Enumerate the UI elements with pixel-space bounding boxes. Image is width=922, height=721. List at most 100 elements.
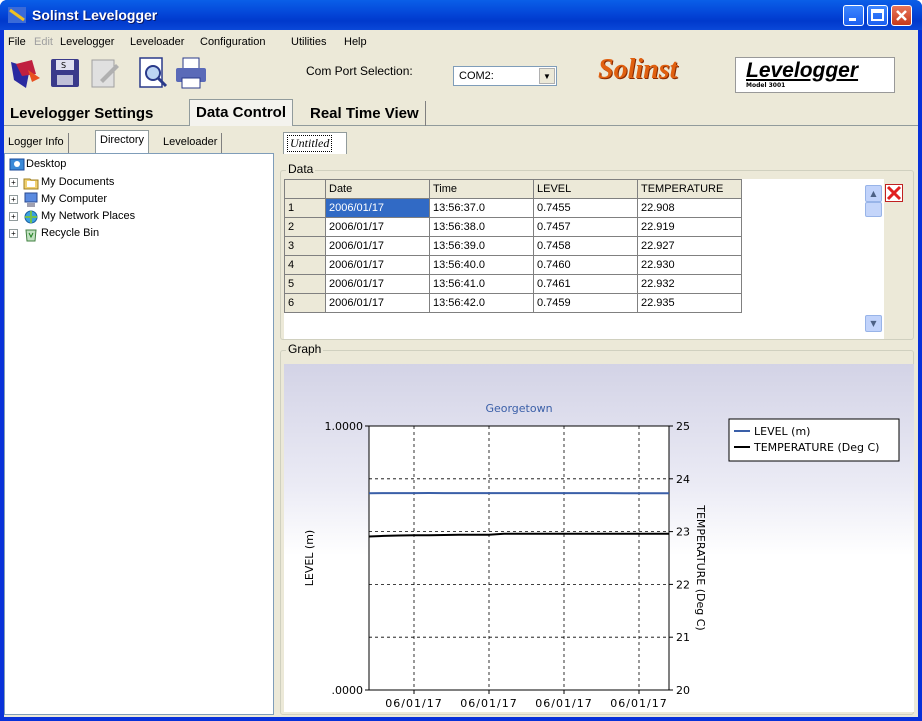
menu-leveloader[interactable]: Leveloader	[130, 36, 184, 48]
table-row[interactable]: 5 2006/01/17 13:56:41.0 0.7461 22.932	[284, 274, 742, 294]
tab-levelogger-settings[interactable]: Levelogger Settings	[4, 101, 159, 126]
menu-edit[interactable]: Edit	[34, 36, 53, 48]
x-tick-label-date: 06/01/17	[385, 697, 442, 710]
expand-icon[interactable]: +	[9, 195, 18, 204]
tab-leveloader[interactable]: Leveloader	[159, 133, 223, 153]
table-row[interactable]: 2 2006/01/17 13:56:38.0 0.7457 22.919	[284, 217, 742, 237]
close-icon	[896, 10, 907, 21]
cell-date[interactable]: 2006/01/17	[325, 255, 430, 275]
tree-item-my-network-places[interactable]: + My Network Places	[9, 209, 209, 225]
window-title: Solinst Levelogger	[32, 7, 158, 23]
menu-bar: File Edit Levelogger Leveloader Configur…	[4, 34, 918, 52]
menu-utilities[interactable]: Utilities	[291, 36, 326, 48]
table-row[interactable]: 1 2006/01/17 13:56:37.0 0.7455 22.908	[284, 198, 742, 218]
recycle-bin-icon	[25, 229, 37, 242]
table-row[interactable]: 6 2006/01/17 13:56:42.0 0.7459 22.935	[284, 293, 742, 313]
title-bar: Solinst Levelogger	[0, 0, 922, 30]
delete-icon[interactable]	[885, 184, 903, 202]
tree-item-desktop[interactable]: Desktop	[9, 157, 159, 173]
save-icon[interactable]: S	[48, 56, 82, 90]
tab-data-control[interactable]: Data Control	[189, 99, 293, 126]
y2-tick-label: 21	[676, 631, 690, 644]
cell-level[interactable]: 0.7461	[533, 274, 638, 294]
column-header-time[interactable]: Time	[429, 179, 534, 199]
tab-logger-info[interactable]: Logger Info	[4, 133, 69, 153]
data-grid-viewport: Date Time LEVEL TEMPERATURE 1 2006/01/17…	[284, 179, 884, 339]
cell-temperature[interactable]: 22.927	[637, 236, 742, 256]
x-tick-label-date: 06/01/17	[460, 697, 517, 710]
solinst-app-icon	[8, 7, 26, 23]
menu-file[interactable]: File	[8, 36, 26, 48]
table-row[interactable]: 4 2006/01/17 13:56:40.0 0.7460 22.930	[284, 255, 742, 275]
tree-item-label: My Computer	[41, 193, 108, 205]
cell-level[interactable]: 0.7460	[533, 255, 638, 275]
print-icon[interactable]	[174, 56, 208, 90]
com-port-select[interactable]: COM2: ▼	[453, 66, 557, 86]
row-number: 3	[284, 236, 326, 256]
tree-item-my-computer[interactable]: + My Computer	[9, 192, 209, 208]
cell-temperature[interactable]: 22.908	[637, 198, 742, 218]
column-header-date[interactable]: Date	[325, 179, 430, 199]
cell-time[interactable]: 13:56:42.0	[429, 293, 534, 313]
column-header-temperature[interactable]: TEMPERATURE	[637, 179, 742, 199]
legend-label: TEMPERATURE (Deg C)	[753, 441, 879, 454]
scroll-down-button[interactable]: ▼	[865, 315, 882, 332]
graph-area: 06/01/1713:56:4006/01/1713:56:4506/01/17…	[284, 364, 914, 721]
tab-untitled[interactable]: Untitled	[283, 132, 347, 154]
cell-level[interactable]: 0.7459	[533, 293, 638, 313]
expand-icon[interactable]: +	[9, 178, 18, 187]
tree-item-recycle-bin[interactable]: + Recycle Bin	[9, 226, 209, 242]
x-tick-label-date: 06/01/17	[535, 697, 592, 710]
minimize-button[interactable]	[843, 5, 864, 26]
tab-directory[interactable]: Directory	[95, 130, 150, 153]
table-row[interactable]: 3 2006/01/17 13:56:39.0 0.7458 22.927	[284, 236, 742, 256]
level-temperature-chart: 06/01/1713:56:4006/01/1713:56:4506/01/17…	[303, 402, 900, 721]
document-tab-label: Untitled	[287, 135, 333, 152]
cell-time[interactable]: 13:56:39.0	[429, 236, 534, 256]
cell-date[interactable]: 2006/01/17	[325, 236, 430, 256]
chevron-down-icon[interactable]: ▼	[539, 68, 555, 84]
cell-level[interactable]: 0.7457	[533, 217, 638, 237]
cell-temperature[interactable]: 22.932	[637, 274, 742, 294]
corner-header	[284, 179, 326, 199]
cell-date[interactable]: 2006/01/17	[325, 293, 430, 313]
menu-configuration[interactable]: Configuration	[200, 36, 265, 48]
preview-icon[interactable]	[136, 56, 170, 90]
cell-time[interactable]: 13:56:37.0	[429, 198, 534, 218]
expand-icon[interactable]: +	[9, 212, 18, 221]
row-number: 4	[284, 255, 326, 275]
data-group: Data Date Time LEVEL TEMPERATURE 1 2006/…	[280, 162, 914, 340]
data-table: Date Time LEVEL TEMPERATURE 1 2006/01/17…	[284, 179, 742, 313]
menu-levelogger[interactable]: Levelogger	[60, 36, 114, 48]
y2-tick-label: 23	[676, 526, 690, 539]
cell-date[interactable]: 2006/01/17	[325, 217, 430, 237]
edit-icon[interactable]	[88, 56, 122, 90]
retrieve-icon[interactable]	[8, 56, 42, 90]
sub-tab-strip: Logger Info Directory Leveloader	[4, 130, 274, 153]
expand-icon[interactable]: +	[9, 229, 18, 238]
cell-date[interactable]: 2006/01/17	[325, 274, 430, 294]
scroll-up-button[interactable]: ▲	[865, 185, 882, 202]
cell-temperature[interactable]: 22.930	[637, 255, 742, 275]
y2-tick-label: 22	[676, 578, 690, 591]
maximize-button[interactable]	[867, 5, 888, 26]
cell-level[interactable]: 0.7455	[533, 198, 638, 218]
row-number: 5	[284, 274, 326, 294]
cell-time[interactable]: 13:56:41.0	[429, 274, 534, 294]
close-button[interactable]	[891, 5, 912, 26]
tree-item-my-documents[interactable]: + My Documents	[9, 175, 209, 191]
left-panel: Logger Info Directory Leveloader Desktop…	[4, 128, 274, 717]
column-header-level[interactable]: LEVEL	[533, 179, 638, 199]
com-port-value: COM2:	[459, 70, 494, 82]
cell-date[interactable]: 2006/01/17	[325, 198, 430, 218]
cell-temperature[interactable]: 22.919	[637, 217, 742, 237]
scrollbar-thumb[interactable]	[865, 202, 882, 217]
cell-level[interactable]: 0.7458	[533, 236, 638, 256]
tree-item-label: Recycle Bin	[41, 227, 100, 239]
menu-help[interactable]: Help	[344, 36, 367, 48]
cell-temperature[interactable]: 22.935	[637, 293, 742, 313]
cell-time[interactable]: 13:56:38.0	[429, 217, 534, 237]
tab-real-time-view[interactable]: Real Time View	[304, 101, 426, 126]
chart-title: Georgetown	[485, 402, 552, 415]
cell-time[interactable]: 13:56:40.0	[429, 255, 534, 275]
